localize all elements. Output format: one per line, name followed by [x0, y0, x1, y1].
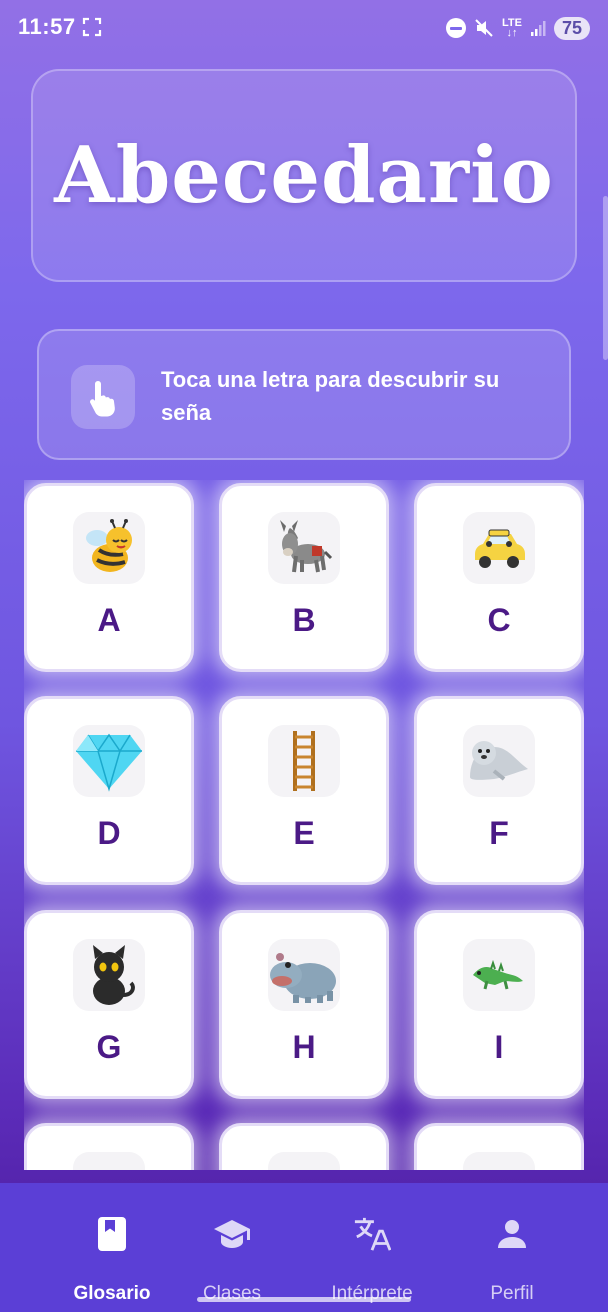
screenshot-frame-icon — [82, 17, 102, 37]
letter-card[interactable]: F — [414, 696, 584, 885]
diamond-picture — [73, 725, 145, 797]
letter-card[interactable]: H — [219, 910, 389, 1099]
status-time: 11:57 — [18, 14, 76, 39]
nav-item-clases[interactable]: Clases — [156, 1183, 308, 1312]
hippo-picture — [268, 939, 340, 1011]
signal-icon — [530, 21, 546, 36]
letter-label: A — [97, 602, 121, 638]
nav-label-glosario: Glosario — [73, 1283, 151, 1304]
status-icons: LTE ↓↑ 75 — [446, 14, 590, 42]
letter-label: G — [96, 1029, 122, 1065]
letter-card[interactable] — [24, 1123, 194, 1170]
book-icon — [93, 1215, 131, 1253]
nav-item-perfil[interactable]: Perfil — [436, 1183, 588, 1312]
letter-card[interactable] — [414, 1123, 584, 1170]
donkey-picture — [268, 512, 340, 584]
title-card: Abecedario — [31, 69, 577, 282]
bottom-navigation: Glosario Clases Intérprete Perfil — [0, 1183, 608, 1312]
nav-label-perfil: Perfil — [490, 1283, 534, 1304]
hint-text: Toca una letra para descubrir su seña — [161, 367, 500, 425]
home-indicator — [197, 1297, 411, 1302]
letter-card[interactable]: G — [24, 910, 194, 1099]
letter-card[interactable]: C — [414, 483, 584, 672]
partial-picture — [268, 1152, 340, 1170]
letter-card[interactable]: I — [414, 910, 584, 1099]
letter-card[interactable] — [219, 1123, 389, 1170]
car-picture — [463, 512, 535, 584]
letters-grid[interactable]: A B C D E F G H I — [24, 480, 584, 1170]
letter-card[interactable]: B — [219, 483, 389, 672]
letter-card[interactable]: A — [24, 483, 194, 672]
page-title: Abecedario — [54, 130, 554, 221]
seal-picture — [463, 725, 535, 797]
partial-picture — [463, 1152, 535, 1170]
letter-label: I — [494, 1029, 504, 1065]
mute-icon — [475, 19, 493, 37]
scrollbar[interactable] — [603, 196, 608, 360]
network-label: LTE ↓↑ — [502, 17, 522, 39]
do-not-disturb-icon — [446, 18, 466, 38]
battery-badge: 75 — [553, 16, 590, 40]
iguana-picture — [463, 939, 535, 1011]
person-icon — [493, 1215, 531, 1253]
tap-hand-icon — [71, 365, 135, 429]
letter-label: B — [292, 602, 316, 638]
letter-label: F — [489, 815, 509, 851]
partial-picture — [73, 1152, 145, 1170]
hint-card: Toca una letra para descubrir su seña — [37, 329, 571, 460]
letter-label: H — [292, 1029, 316, 1065]
letter-card[interactable]: E — [219, 696, 389, 885]
letter-card[interactable]: D — [24, 696, 194, 885]
letter-label: D — [97, 815, 121, 851]
cat-picture — [73, 939, 145, 1011]
bee-picture — [73, 512, 145, 584]
letter-label: C — [487, 602, 511, 638]
graduation-cap-icon — [213, 1215, 251, 1253]
translate-icon — [353, 1215, 391, 1253]
status-bar: 11:57 LTE ↓↑ 75 — [0, 0, 608, 56]
ladder-picture — [268, 725, 340, 797]
nav-item-interprete[interactable]: Intérprete — [296, 1183, 448, 1312]
letter-label: E — [293, 815, 315, 851]
